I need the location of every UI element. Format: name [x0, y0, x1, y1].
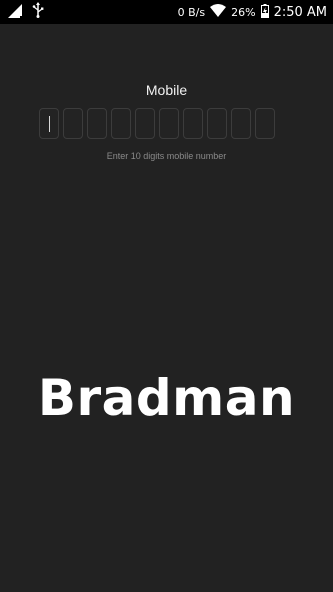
app-screen: 0 B/s 26% 2:50 AM Mobile Enter 10 digits…	[0, 0, 333, 592]
digit-box[interactable]	[231, 108, 251, 139]
brand-logo-text: Bradman	[37, 369, 296, 427]
net-speed: 0 B/s	[177, 5, 206, 19]
digit-box[interactable]	[159, 108, 179, 139]
signal-icon	[8, 3, 22, 22]
mobile-digit-input[interactable]	[39, 108, 275, 139]
battery-percent: 26%	[231, 5, 256, 19]
digit-box[interactable]	[135, 108, 155, 139]
status-bar: 0 B/s 26% 2:50 AM	[0, 0, 333, 24]
digit-box[interactable]	[255, 108, 275, 139]
mobile-label: Mobile	[145, 82, 188, 98]
digit-box[interactable]	[183, 108, 203, 139]
text-caret	[49, 116, 50, 132]
status-right: 0 B/s 26% 2:50 AM	[178, 0, 327, 24]
wifi-icon	[210, 4, 227, 20]
digit-box[interactable]	[39, 108, 59, 139]
digit-box[interactable]	[87, 108, 107, 139]
mobile-hint-text: Enter 10 digits mobile number	[106, 151, 227, 161]
battery-icon	[260, 3, 269, 21]
status-left	[8, 2, 44, 22]
usb-icon	[32, 2, 44, 22]
digit-box[interactable]	[111, 108, 131, 139]
digit-box[interactable]	[207, 108, 227, 139]
clock: 2:50 AM	[273, 4, 327, 20]
digit-box[interactable]	[63, 108, 83, 139]
